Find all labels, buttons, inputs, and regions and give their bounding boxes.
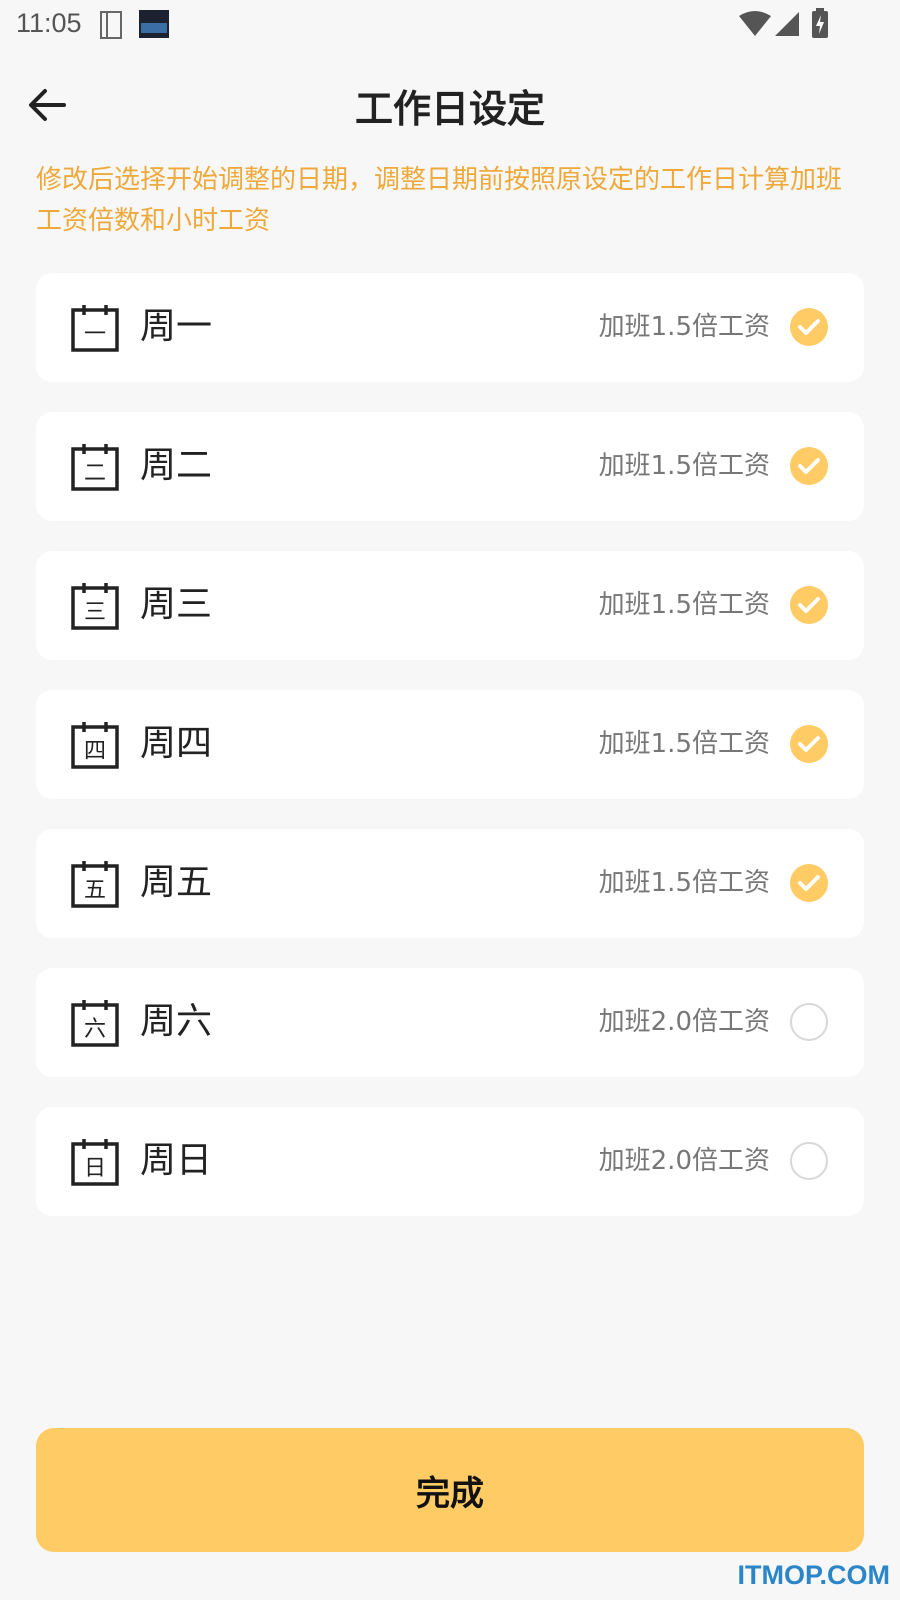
checkbox-unchecked[interactable] bbox=[790, 1142, 828, 1180]
calendar-icon: 五 bbox=[70, 859, 120, 909]
svg-text:四: 四 bbox=[84, 739, 106, 764]
overtime-rate-label: 加班1.5倍工资 bbox=[598, 729, 770, 759]
day-row-5[interactable]: 五 周五 加班1.5倍工资 bbox=[36, 829, 864, 938]
battery-charging-icon bbox=[810, 7, 830, 43]
calendar-icon: 日 bbox=[70, 1137, 120, 1187]
checkmark-icon bbox=[798, 597, 820, 613]
notebook-icon bbox=[98, 10, 124, 44]
checkmark-icon bbox=[798, 319, 820, 335]
day-row-6[interactable]: 六 周六 加班2.0倍工资 bbox=[36, 968, 864, 1077]
checkmark-icon bbox=[798, 875, 820, 891]
overtime-rate-label: 加班1.5倍工资 bbox=[598, 312, 770, 342]
checkbox-checked[interactable] bbox=[790, 308, 828, 346]
day-label: 周五 bbox=[140, 862, 213, 903]
header: 工作日设定 bbox=[0, 70, 900, 140]
signal-icon bbox=[773, 10, 801, 42]
day-row-4[interactable]: 四 周四 加班1.5倍工资 bbox=[36, 690, 864, 799]
checkbox-checked[interactable] bbox=[790, 586, 828, 624]
overtime-rate-label: 加班1.5倍工资 bbox=[598, 868, 770, 898]
svg-text:日: 日 bbox=[84, 1156, 106, 1181]
calendar-icon: 三 bbox=[70, 581, 120, 631]
status-bar: 11:05 bbox=[0, 0, 900, 50]
checkbox-checked[interactable] bbox=[790, 725, 828, 763]
calendar-icon: 六 bbox=[70, 998, 120, 1048]
day-label: 周三 bbox=[140, 584, 213, 625]
page-title: 工作日设定 bbox=[354, 87, 545, 131]
day-list: 一 周一 加班1.5倍工资 二 周二 加班1.5倍工资 三 周三 加班1.5倍工… bbox=[36, 273, 864, 1246]
day-label: 周四 bbox=[140, 723, 213, 764]
checkbox-checked[interactable] bbox=[790, 447, 828, 485]
calendar-icon: 四 bbox=[70, 720, 120, 770]
svg-text:六: 六 bbox=[84, 1017, 106, 1042]
day-row-1[interactable]: 一 周一 加班1.5倍工资 bbox=[36, 273, 864, 382]
overtime-rate-label: 加班2.0倍工资 bbox=[598, 1007, 770, 1037]
svg-text:三: 三 bbox=[84, 600, 106, 625]
checkmark-icon bbox=[798, 458, 820, 474]
checkbox-checked[interactable] bbox=[790, 864, 828, 902]
day-row-2[interactable]: 二 周二 加班1.5倍工资 bbox=[36, 412, 864, 521]
checkbox-unchecked[interactable] bbox=[790, 1003, 828, 1041]
calendar-icon: 一 bbox=[70, 303, 120, 353]
wifi-icon bbox=[738, 10, 772, 42]
svg-text:五: 五 bbox=[84, 878, 106, 903]
clock-widget-icon bbox=[138, 9, 170, 43]
day-label: 周日 bbox=[140, 1140, 213, 1181]
day-label: 周一 bbox=[140, 306, 213, 347]
day-label: 周六 bbox=[140, 1001, 213, 1042]
overtime-rate-label: 加班2.0倍工资 bbox=[598, 1146, 770, 1176]
overtime-rate-label: 加班1.5倍工资 bbox=[598, 451, 770, 481]
day-label: 周二 bbox=[140, 445, 213, 486]
svg-text:一: 一 bbox=[84, 322, 106, 347]
svg-text:二: 二 bbox=[84, 461, 106, 486]
day-row-7[interactable]: 日 周日 加班2.0倍工资 bbox=[36, 1107, 864, 1216]
status-time: 11:05 bbox=[16, 8, 82, 38]
checkmark-icon bbox=[798, 736, 820, 752]
notice-text: 修改后选择开始调整的日期，调整日期前按照原设定的工作日计算加班工资倍数和小时工资 bbox=[36, 165, 843, 236]
calendar-icon: 二 bbox=[70, 442, 120, 492]
done-button[interactable]: 完成 bbox=[36, 1428, 864, 1552]
watermark: ITMOP.COM bbox=[737, 1560, 890, 1590]
day-row-3[interactable]: 三 周三 加班1.5倍工资 bbox=[36, 551, 864, 660]
overtime-rate-label: 加班1.5倍工资 bbox=[598, 590, 770, 620]
